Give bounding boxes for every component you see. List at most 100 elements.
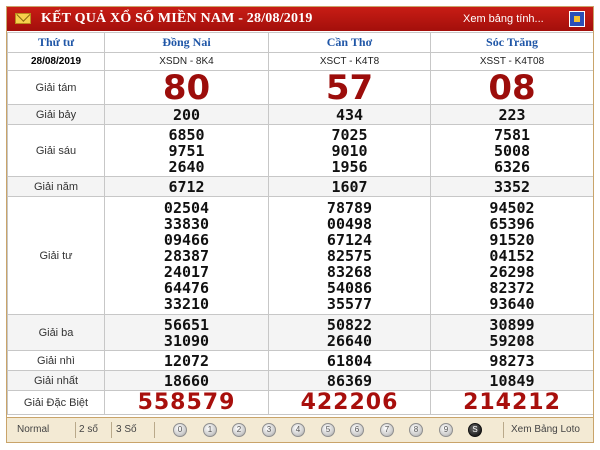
prize-cell: 223 <box>430 104 593 125</box>
column-header-dong-nai[interactable]: Đồng Nai <box>104 32 269 53</box>
prize-label: Giải năm <box>7 176 105 197</box>
prize-cell: 6850 9751 2640 <box>104 124 269 177</box>
prize-cell: 558579 <box>104 390 269 415</box>
prize-row: Giải Đặc Biệt 558579 422206 214212 <box>7 389 593 415</box>
column-header-soc-trang[interactable]: Sóc Trăng <box>430 32 593 53</box>
prize-cell: 50822 26640 <box>268 314 431 351</box>
prize-label: Giải ba <box>7 314 105 351</box>
lottery-number: 50822 <box>326 315 373 334</box>
lottery-number: 214212 <box>463 389 561 415</box>
lottery-number: 65396 <box>489 214 535 233</box>
divider <box>154 422 155 438</box>
prize-cell: 78789 00498 67124 82575 83268 54086 35577 <box>268 196 431 315</box>
digit-filter-button[interactable]: 2 <box>232 423 246 437</box>
lottery-number: 30899 <box>489 315 535 334</box>
lottery-number: 98273 <box>489 351 535 370</box>
digit-filter-button[interactable]: 1 <box>203 423 217 437</box>
prize-label: Giải Đặc Biệt <box>7 390 105 415</box>
prize-cell: 56651 31090 <box>104 314 269 351</box>
lottery-number: 422206 <box>300 389 399 415</box>
lottery-number: 67124 <box>326 230 373 249</box>
lottery-number: 5008 <box>493 141 531 160</box>
lottery-number: 7025 <box>331 125 368 144</box>
lottery-number: 28387 <box>163 246 210 265</box>
mode-3-digits-button[interactable]: 3 Số <box>116 424 137 435</box>
prize-label: Giải nhất <box>7 370 105 391</box>
prize-label: Giải nhì <box>7 350 105 371</box>
lottery-number: 33830 <box>163 214 210 233</box>
prize-label: Giải tám <box>7 70 105 105</box>
lottery-number: 31090 <box>163 331 210 350</box>
column-header-can-tho[interactable]: Cần Thơ <box>268 32 431 53</box>
lottery-number: 86369 <box>326 371 373 390</box>
view-loto-button[interactable]: Xem Bảng Loto <box>511 424 580 435</box>
lottery-number: 56651 <box>163 315 210 334</box>
prize-cell: 57 <box>268 70 431 105</box>
prize-cell: 30899 59208 <box>430 314 593 351</box>
digit-filter-button[interactable]: 0 <box>173 423 187 437</box>
lottery-number: 1956 <box>331 157 368 176</box>
lottery-number: 00498 <box>326 214 373 233</box>
prize-cell: 434 <box>268 104 431 125</box>
digit-filter-button[interactable]: 6 <box>350 423 364 437</box>
digit-filter-button[interactable]: 8 <box>409 423 423 437</box>
lottery-number: 26640 <box>326 331 373 350</box>
mode-normal-button[interactable]: Normal <box>17 424 49 435</box>
divider <box>75 422 76 438</box>
lottery-number: 08 <box>488 67 536 108</box>
lottery-number: 94502 <box>489 198 535 217</box>
prize-row: Giải bảy 200 434 223 <box>7 104 593 125</box>
view-table-link[interactable]: Xem bảng tính... <box>463 13 544 25</box>
lottery-number: 91520 <box>489 230 535 249</box>
lottery-number: 12072 <box>163 351 210 370</box>
lottery-number: 9010 <box>331 141 368 160</box>
lottery-number: 54086 <box>326 278 373 297</box>
prize-row: Giải nhất 18660 86369 10849 <box>7 370 593 391</box>
prize-row: Giải ba 56651 31090 50822 26640 30899 59208 <box>7 314 593 351</box>
lottery-number: 7581 <box>493 125 531 144</box>
special-digit-button[interactable]: S <box>468 423 482 437</box>
prize-cell: 12072 <box>104 350 269 371</box>
lottery-number: 6712 <box>168 177 205 196</box>
mail-icon <box>15 13 31 24</box>
lottery-number: 59208 <box>489 331 535 350</box>
prize-cell: 18660 <box>104 370 269 391</box>
lottery-number: 200 <box>172 105 201 124</box>
lottery-number: 09466 <box>163 230 210 249</box>
prize-row: Giải nhì 12072 61804 98273 <box>7 350 593 371</box>
lottery-number: 223 <box>498 105 526 124</box>
prize-cell: 200 <box>104 104 269 125</box>
prize-cell: 02504 33830 09466 28387 24017 64476 33210 <box>104 196 269 315</box>
prize-cell: 7581 5008 6326 <box>430 124 593 177</box>
lottery-number: 18660 <box>163 371 210 390</box>
prize-cell: 61804 <box>268 350 431 371</box>
results-panel: KẾT QUẢ XỔ SỐ MIỀN NAM - 28/08/2019 Xem … <box>6 6 594 443</box>
column-header-row: Thứ tư Đồng Nai Cần Thơ Sóc Trăng <box>7 32 593 53</box>
lottery-number: 83268 <box>326 262 373 281</box>
mode-2-digits-button[interactable]: 2 số <box>79 424 98 435</box>
lottery-number: 2640 <box>168 157 205 176</box>
lottery-number: 64476 <box>163 278 210 297</box>
lottery-number: 6326 <box>493 157 531 176</box>
column-header-weekday: Thứ tư <box>7 32 105 53</box>
digit-filter-button[interactable]: 4 <box>291 423 305 437</box>
digit-filter-button[interactable]: 5 <box>321 423 335 437</box>
prize-label: Giải bảy <box>7 104 105 125</box>
lottery-number: 9751 <box>168 141 205 160</box>
lottery-number: 26298 <box>489 262 535 281</box>
prize-row: Giải tám 80 57 08 <box>7 67 593 108</box>
digit-filter-button[interactable]: 9 <box>439 423 453 437</box>
prize-cell: 6712 <box>104 176 269 197</box>
flag-icon <box>569 11 585 27</box>
digit-filter-button[interactable]: 3 <box>262 423 276 437</box>
lottery-number: 82575 <box>326 246 373 265</box>
lottery-number: 78789 <box>326 198 373 217</box>
results-header: KẾT QUẢ XỔ SỐ MIỀN NAM - 28/08/2019 Xem … <box>7 7 593 31</box>
prize-cell: 3352 <box>430 176 593 197</box>
draw-date: 28/08/2019 <box>7 52 105 71</box>
prize-cell: 86369 <box>268 370 431 391</box>
prize-row: Giải sáu 6850 9751 2640 7025 9010 1956 7581 5008… <box>7 124 593 177</box>
digit-filter-button[interactable]: 7 <box>380 423 394 437</box>
number-toolbar: Normal 2 số 3 Số 0 1 2 3 4 5 6 7 8 9 S Xem Bảng Lo… <box>7 417 593 442</box>
prize-row: Giải năm 6712 1607 3352 <box>7 176 593 197</box>
